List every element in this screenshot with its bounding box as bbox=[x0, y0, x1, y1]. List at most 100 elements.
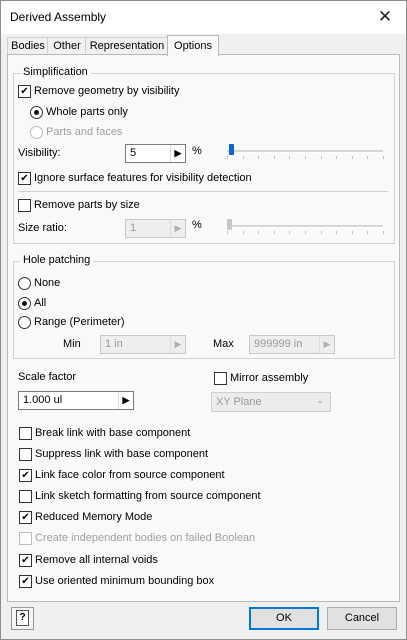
tab-representation[interactable]: Representation bbox=[85, 37, 169, 55]
suppress-link-checkbox[interactable] bbox=[19, 448, 32, 461]
slider-tick bbox=[227, 156, 228, 159]
size-ratio-slider-thumb[interactable] bbox=[227, 219, 232, 230]
ignore-surface-checkbox[interactable]: ✔ bbox=[18, 172, 31, 185]
oriented-bounding-box-checkbox[interactable]: ✔ bbox=[19, 575, 32, 588]
slider-tick bbox=[321, 156, 322, 159]
mirror-assembly-checkbox[interactable] bbox=[214, 372, 227, 385]
size-ratio-slider-track[interactable] bbox=[227, 225, 383, 228]
slider-tick bbox=[274, 231, 275, 234]
max-label: Max bbox=[213, 338, 234, 350]
reduced-memory-label: Reduced Memory Mode bbox=[35, 511, 153, 523]
min-value: 1 in bbox=[105, 338, 123, 350]
slider-tick bbox=[227, 231, 228, 234]
remove-by-size-checkbox[interactable] bbox=[18, 199, 31, 212]
break-link-label: Break link with base component bbox=[35, 427, 191, 439]
size-ratio-label: Size ratio: bbox=[18, 222, 67, 234]
remove-internal-voids-checkbox[interactable]: ✔ bbox=[19, 554, 32, 567]
min-input[interactable]: 1 in ▶ bbox=[100, 335, 186, 354]
break-link-checkbox[interactable] bbox=[19, 427, 32, 440]
help-button[interactable]: ? bbox=[11, 607, 34, 630]
slider-tick bbox=[305, 231, 306, 234]
link-sketch-formatting-label: Link sketch formatting from source compo… bbox=[35, 490, 261, 502]
max-input[interactable]: 999999 in ▶ bbox=[249, 335, 335, 354]
max-arrow-button[interactable]: ▶ bbox=[319, 336, 334, 353]
options-panel: Simplification ✔ Remove geometry by visi… bbox=[7, 54, 400, 602]
link-face-color-label: Link face color from source component bbox=[35, 469, 225, 481]
hole-range-label: Range (Perimeter) bbox=[34, 316, 125, 328]
scale-factor-arrow-button[interactable]: ▶ bbox=[118, 392, 133, 409]
window-title: Derived Assembly bbox=[10, 10, 107, 24]
parts-and-faces-label: Parts and faces bbox=[46, 126, 123, 138]
parts-and-faces-radio[interactable] bbox=[30, 126, 43, 139]
slider-tick bbox=[367, 156, 368, 159]
slider-tick bbox=[258, 231, 259, 234]
visibility-label: Visibility: bbox=[18, 147, 61, 159]
suppress-link-label: Suppress link with base component bbox=[35, 448, 209, 460]
slider-tick bbox=[352, 156, 353, 159]
slider-tick bbox=[305, 156, 306, 159]
hole-none-radio[interactable] bbox=[18, 277, 31, 290]
link-sketch-formatting-checkbox[interactable] bbox=[19, 490, 32, 503]
remove-by-visibility-label: Remove geometry by visibility bbox=[34, 85, 180, 97]
group-separator bbox=[18, 191, 388, 192]
chevron-down-icon: ⌄ bbox=[316, 395, 324, 405]
max-value: 999999 in bbox=[254, 338, 303, 350]
radio-selected-dot bbox=[22, 301, 27, 306]
radio-selected-dot bbox=[34, 110, 39, 115]
title-bar: Derived Assembly ✕ bbox=[1, 1, 406, 34]
remove-internal-voids-label: Remove all internal voids bbox=[35, 554, 158, 566]
size-ratio-unit: % bbox=[192, 219, 202, 231]
slider-tick bbox=[321, 231, 322, 234]
slider-tick bbox=[352, 231, 353, 234]
cancel-button[interactable]: Cancel bbox=[327, 607, 397, 630]
oriented-bounding-box-label: Use oriented minimum bounding box bbox=[35, 575, 215, 587]
hole-patching-legend: Hole patching bbox=[20, 254, 94, 266]
visibility-unit: % bbox=[192, 145, 202, 157]
independent-bodies-label: Create independent bodies on failed Bool… bbox=[35, 532, 256, 544]
scale-factor-input[interactable]: 1.000 ul ▶ bbox=[18, 391, 134, 410]
slider-tick bbox=[383, 231, 384, 234]
mirror-plane-select[interactable]: XY Plane ⌄ bbox=[211, 392, 331, 412]
hole-all-radio[interactable] bbox=[18, 297, 31, 310]
min-arrow-button[interactable]: ▶ bbox=[170, 336, 185, 353]
mirror-plane-value: XY Plane bbox=[216, 396, 262, 408]
ignore-surface-label: Ignore surface features for visibility d… bbox=[34, 172, 252, 184]
whole-parts-only-label: Whole parts only bbox=[46, 106, 128, 118]
scale-factor-value: 1.000 ul bbox=[23, 394, 63, 406]
slider-tick bbox=[336, 231, 337, 234]
visibility-value: 5 bbox=[130, 147, 137, 159]
independent-bodies-checkbox[interactable] bbox=[19, 532, 32, 545]
derived-assembly-dialog: Derived Assembly ✕ Bodies Other Represen… bbox=[0, 0, 407, 640]
slider-tick bbox=[289, 156, 290, 159]
size-ratio-input[interactable]: 1 ▶ bbox=[125, 219, 186, 238]
hole-range-radio[interactable] bbox=[18, 316, 31, 329]
hole-none-label: None bbox=[34, 277, 61, 289]
size-ratio-arrow-button[interactable]: ▶ bbox=[170, 220, 185, 237]
remove-by-visibility-checkbox[interactable]: ✔ bbox=[18, 85, 31, 98]
simplification-legend: Simplification bbox=[20, 66, 91, 78]
reduced-memory-checkbox[interactable]: ✔ bbox=[19, 511, 32, 524]
visibility-slider-thumb[interactable] bbox=[229, 144, 234, 155]
ok-button[interactable]: OK bbox=[249, 607, 319, 630]
slider-tick bbox=[336, 156, 337, 159]
help-icon: ? bbox=[16, 610, 29, 626]
hole-patching-group: Hole patching None All Range (Perimeter)… bbox=[13, 254, 395, 359]
min-label: Min bbox=[63, 338, 81, 350]
link-face-color-checkbox[interactable]: ✔ bbox=[19, 469, 32, 482]
size-ratio-value: 1 bbox=[130, 222, 137, 234]
slider-tick bbox=[243, 231, 244, 234]
slider-tick bbox=[367, 231, 368, 234]
slider-tick bbox=[243, 156, 244, 159]
whole-parts-only-radio[interactable] bbox=[30, 106, 43, 119]
slider-tick bbox=[258, 156, 259, 159]
mirror-assembly-label: Mirror assembly bbox=[230, 372, 309, 384]
visibility-slider-track[interactable] bbox=[227, 150, 383, 153]
tab-options[interactable]: Options bbox=[167, 35, 219, 56]
close-icon[interactable]: ✕ bbox=[374, 6, 396, 28]
slider-tick bbox=[289, 231, 290, 234]
scale-factor-label: Scale factor bbox=[18, 371, 77, 383]
tab-other[interactable]: Other bbox=[47, 37, 87, 55]
tab-bodies[interactable]: Bodies bbox=[7, 37, 49, 55]
visibility-arrow-button[interactable]: ▶ bbox=[170, 145, 185, 162]
visibility-input[interactable]: 5 ▶ bbox=[125, 144, 186, 163]
